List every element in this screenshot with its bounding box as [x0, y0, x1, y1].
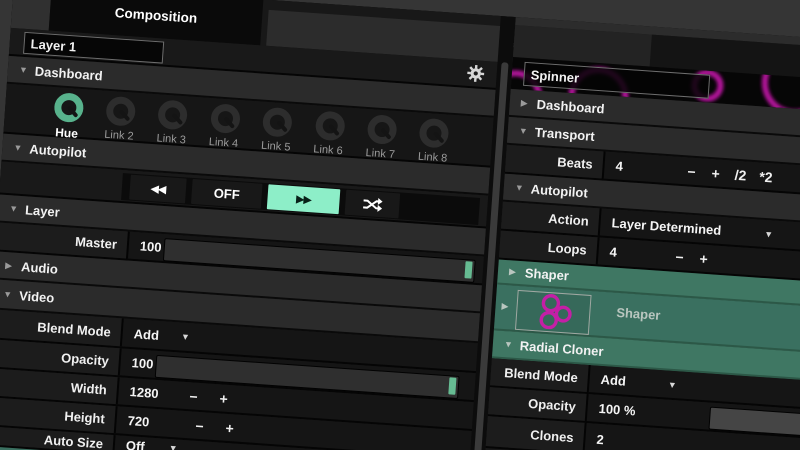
collapse-triangle-icon: ▼: [9, 203, 26, 214]
blend-mode-value: Add: [124, 325, 159, 342]
off-label: OFF: [213, 185, 240, 202]
width-increment-button[interactable]: +: [219, 390, 228, 407]
knob-dial-icon[interactable]: [419, 118, 450, 149]
dashboard-knob-link-8[interactable]: Link 8: [409, 117, 458, 165]
dashboard-knob-link-5[interactable]: Link 5: [252, 106, 301, 154]
beats-value: 4: [606, 158, 674, 178]
knob-dial-icon[interactable]: [314, 110, 345, 141]
composition-layer-panel: Composition Layer: [0, 0, 501, 450]
loops-decrement-button[interactable]: −: [675, 248, 684, 265]
beats-decrement-button[interactable]: −: [687, 163, 696, 180]
beats-increment-button[interactable]: +: [711, 165, 720, 182]
knob-needle: [119, 109, 131, 121]
beats-label: Beats: [505, 145, 606, 179]
beats-double-button[interactable]: *2: [759, 168, 773, 185]
loops-label: Loops: [499, 231, 600, 265]
fast-forward-icon: ▶▶: [296, 192, 312, 206]
collapse-triangle-icon: ▼: [519, 126, 536, 137]
knob-needle: [433, 131, 445, 143]
knob-needle: [224, 116, 236, 128]
dashboard-knob-hue[interactable]: Hue: [43, 92, 92, 142]
loops-value: 4: [600, 244, 662, 263]
section-title: Shaper: [524, 265, 569, 283]
dashboard-knob-link-2[interactable]: Link 2: [96, 95, 145, 143]
auto-size-value: Off: [116, 437, 145, 450]
shuffle-icon: [362, 196, 383, 211]
collapse-triangle-icon: ▼: [504, 339, 521, 350]
dashboard-knob-link-7[interactable]: Link 7: [357, 113, 406, 161]
chevron-down-icon: ▼: [168, 443, 178, 450]
knob-needle: [67, 105, 79, 117]
expand-triangle-icon: ▶: [5, 260, 22, 272]
knob-needle: [276, 120, 288, 132]
clip-panel: Clip ▶ Dashboard ▼ Transport: [482, 17, 800, 450]
knob-dial-icon[interactable]: [262, 107, 293, 138]
tab-bar-corner: [11, 0, 52, 31]
section-title: Video: [19, 288, 55, 305]
knob-needle: [171, 112, 183, 124]
rewind-icon: ◀◀: [150, 182, 166, 196]
expand-triangle-icon: ▶: [509, 266, 526, 278]
dashboard-knob-link-6[interactable]: Link 6: [305, 110, 354, 158]
collapse-triangle-icon: ▼: [515, 182, 532, 193]
height-value: 720: [118, 412, 184, 431]
section-title: Dashboard: [34, 63, 103, 83]
shaper-rings-icon: [516, 291, 588, 332]
opacity-slider-handle[interactable]: [448, 377, 456, 394]
knob-needle: [328, 123, 340, 135]
dashboard-knob-link-4[interactable]: Link 4: [200, 102, 249, 150]
loops-increment-button[interactable]: +: [699, 250, 708, 267]
section-title: Dashboard: [536, 96, 605, 116]
section-title: Transport: [534, 124, 595, 143]
width-decrement-button[interactable]: −: [189, 388, 198, 405]
width-value: 1280: [120, 383, 178, 402]
clip-opacity-label: Opacity: [488, 387, 589, 421]
knob-dial-icon[interactable]: [157, 99, 188, 130]
section-title: Radial Cloner: [519, 338, 604, 359]
section-title: Audio: [21, 259, 59, 277]
knob-needle: [381, 127, 393, 139]
clones-value: 2: [587, 431, 604, 447]
expand-triangle-icon: ▶: [520, 97, 537, 109]
tab-composition-label: Composition: [114, 5, 197, 26]
knob-dial-icon[interactable]: [210, 103, 241, 134]
dashboard-settings-gear-icon[interactable]: [466, 64, 485, 83]
section-title: Layer: [25, 202, 61, 219]
knob-dial-icon[interactable]: [367, 114, 398, 145]
autopilot-previous-button[interactable]: ◀◀: [129, 175, 187, 204]
shaper-thumbnail[interactable]: [515, 290, 592, 335]
collapse-triangle-icon: ▼: [19, 65, 36, 76]
knob-dial-icon[interactable]: [53, 92, 84, 123]
app-window: Composition Layer: [0, 0, 800, 450]
shaper-item-label: Shaper: [607, 304, 661, 323]
autopilot-random-button[interactable]: [345, 190, 401, 219]
clones-label: Clones: [486, 416, 587, 450]
collapse-triangle-icon: ▼: [3, 289, 20, 300]
action-value: Layer Determined: [602, 215, 722, 238]
master-slider-handle[interactable]: [464, 261, 472, 278]
beats-halve-button[interactable]: /2: [734, 166, 747, 183]
chevron-down-icon: ▼: [181, 332, 191, 343]
knob-dial-icon[interactable]: [105, 96, 136, 127]
height-decrement-button[interactable]: −: [195, 417, 204, 434]
clip-opacity-value: 100 %: [589, 400, 636, 418]
clip-blend-mode-label: Blend Mode: [490, 358, 591, 392]
section-title: Autopilot: [530, 181, 588, 200]
chevron-down-icon: ▼: [764, 228, 774, 239]
ui-canvas: Composition Layer: [0, 0, 800, 450]
section-title: Autopilot: [29, 141, 87, 160]
height-increment-button[interactable]: +: [225, 419, 234, 436]
action-label: Action: [501, 202, 602, 236]
chevron-down-icon: ▼: [667, 379, 677, 390]
clip-blend-mode-value: Add: [591, 371, 626, 388]
collapse-triangle-icon: ▼: [13, 142, 30, 153]
autopilot-off-button[interactable]: OFF: [191, 179, 263, 209]
dashboard-knob-link-3[interactable]: Link 3: [148, 99, 197, 147]
autopilot-next-button[interactable]: ▶▶: [267, 184, 341, 214]
